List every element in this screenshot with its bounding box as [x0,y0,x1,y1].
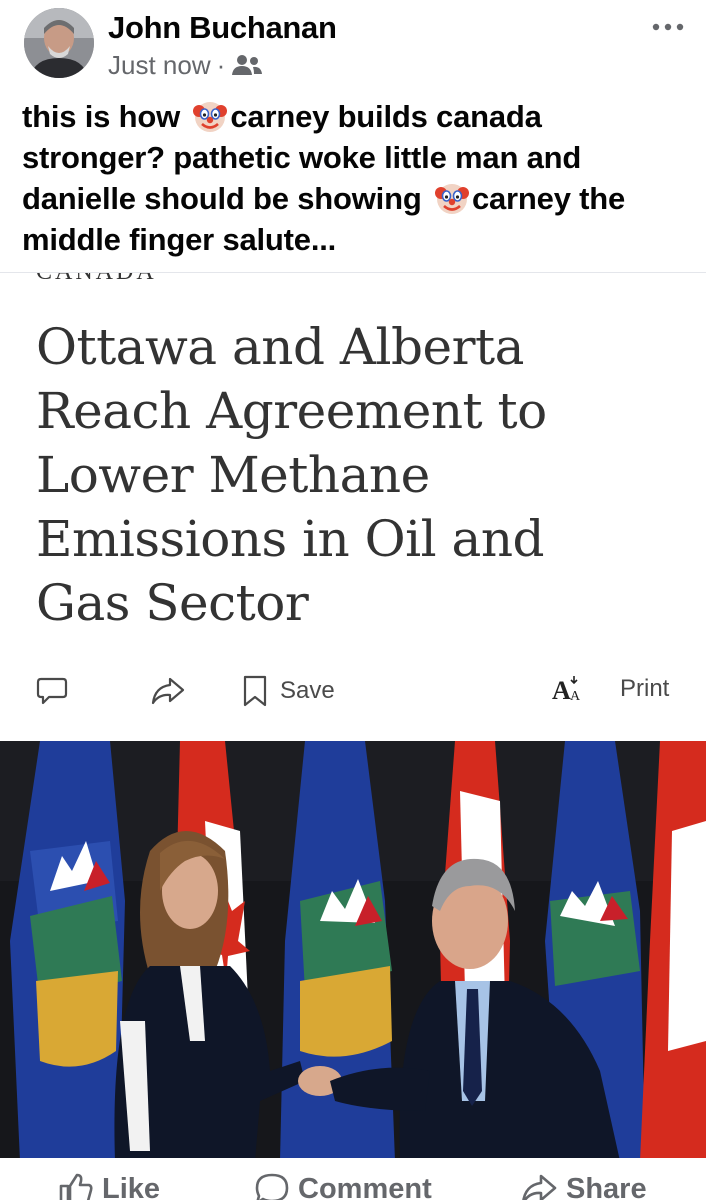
author-name[interactable]: John Buchanan [108,10,337,46]
save-label: Save [280,677,335,704]
friends-icon[interactable] [231,53,263,79]
shared-article-card[interactable]: CANADA Ottawa and Alberta Reach Agreemen… [0,272,706,1160]
post-text-line: danielle should be showing carney the [22,181,626,216]
share-label: Share [566,1172,647,1200]
comment-button[interactable]: Comment [254,1172,432,1200]
share-icon [522,1174,557,1200]
text-size-icon: A A [552,676,581,705]
comment-bubble-icon [36,677,68,705]
article-toolbar: Save A A Print [0,669,706,719]
article-share-button[interactable] [150,675,186,707]
post-meta: Just now · [108,50,263,81]
headline-line: Reach Agreement to [36,382,547,440]
more-options-button[interactable] [648,10,688,44]
article-section-label: CANADA [36,272,157,285]
headline-line: Emissions in Oil and [36,510,545,568]
article-save-button[interactable]: Save [242,675,335,707]
print-label: Print [620,675,670,702]
print-button[interactable]: Print [620,675,669,703]
like-label: Like [102,1172,161,1200]
comment-icon [255,1173,289,1200]
headline-line: Lower Methane [36,446,430,504]
text-size-button[interactable]: A A [552,673,582,705]
post-header: John Buchanan Just now · [0,0,706,96]
article-comment-button[interactable] [36,675,68,707]
article-headline: Ottawa and Alberta Reach Agreement to Lo… [36,315,676,635]
share-button[interactable]: Share [520,1172,647,1200]
article-photo[interactable] [0,741,706,1160]
clown-face-emoji-icon [193,99,228,133]
post-text: this is how carney builds canada stronge… [22,96,692,260]
meta-separator: · [216,50,226,80]
post-action-bar: Like Comment Share [0,1158,706,1200]
post-text-line: middle finger salute... [22,222,337,257]
avatar[interactable] [24,8,94,78]
headline-line: Ottawa and Alberta [36,318,524,376]
post-text-line: this is how carney builds canada [22,99,542,134]
headline-line: Gas Sector [36,574,309,632]
thumbs-up-icon [59,1173,93,1200]
bookmark-icon [243,675,267,707]
like-button[interactable]: Like [58,1172,160,1200]
post-timestamp[interactable]: Just now [108,50,211,81]
svg-text:A: A [570,689,581,704]
post-text-line: stronger? pathetic woke little man and [22,140,582,175]
comment-label: Comment [298,1172,432,1200]
clown-face-emoji-icon [434,181,469,215]
more-horizontal-icon [652,23,684,31]
share-arrow-icon [151,677,185,705]
svg-text:A: A [552,676,571,705]
